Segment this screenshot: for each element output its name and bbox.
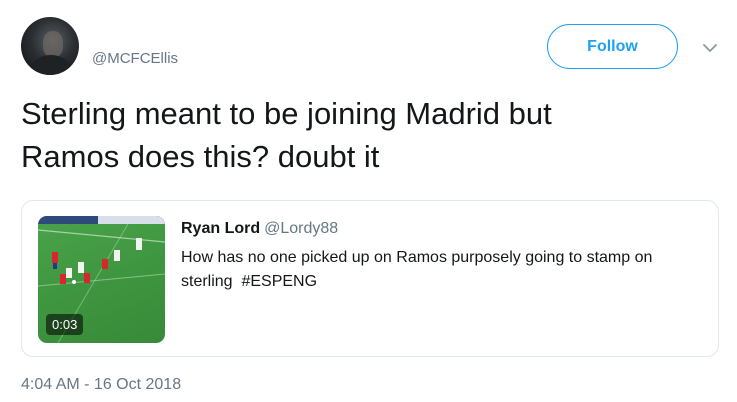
quoted-text-line-1: How has no one picked up on Ramos purpos… [181, 249, 653, 266]
quoted-tweet-text: How has no one picked up on Ramos purpos… [181, 246, 711, 294]
author-handle[interactable]: @MCFCEllis [92, 50, 178, 67]
quoted-author[interactable]: Ryan Lord @Lordy88 [181, 220, 338, 238]
video-duration: 0:03 [46, 314, 84, 335]
chevron-down-icon [703, 43, 717, 52]
quoted-text-line-2: sterling #ESPENG [181, 273, 318, 290]
author-avatar[interactable] [21, 17, 79, 75]
more-options-button[interactable] [700, 38, 720, 58]
video-thumbnail[interactable]: 0:03 [38, 216, 165, 343]
quoted-tweet[interactable]: 0:03 Ryan Lord @Lordy88 How has no one pi… [21, 200, 719, 357]
tweet-text: Sterling meant to be joining Madrid but … [21, 96, 552, 174]
tweet-timestamp[interactable]: 4:04 AM - 16 Oct 2018 [21, 376, 181, 394]
avatar-shoulder [31, 55, 71, 75]
quoted-author-handle: @Lordy88 [264, 220, 339, 237]
avatar-face [43, 31, 63, 57]
quoted-author-name: Ryan Lord [181, 220, 261, 237]
follow-button[interactable]: Follow [547, 24, 678, 69]
